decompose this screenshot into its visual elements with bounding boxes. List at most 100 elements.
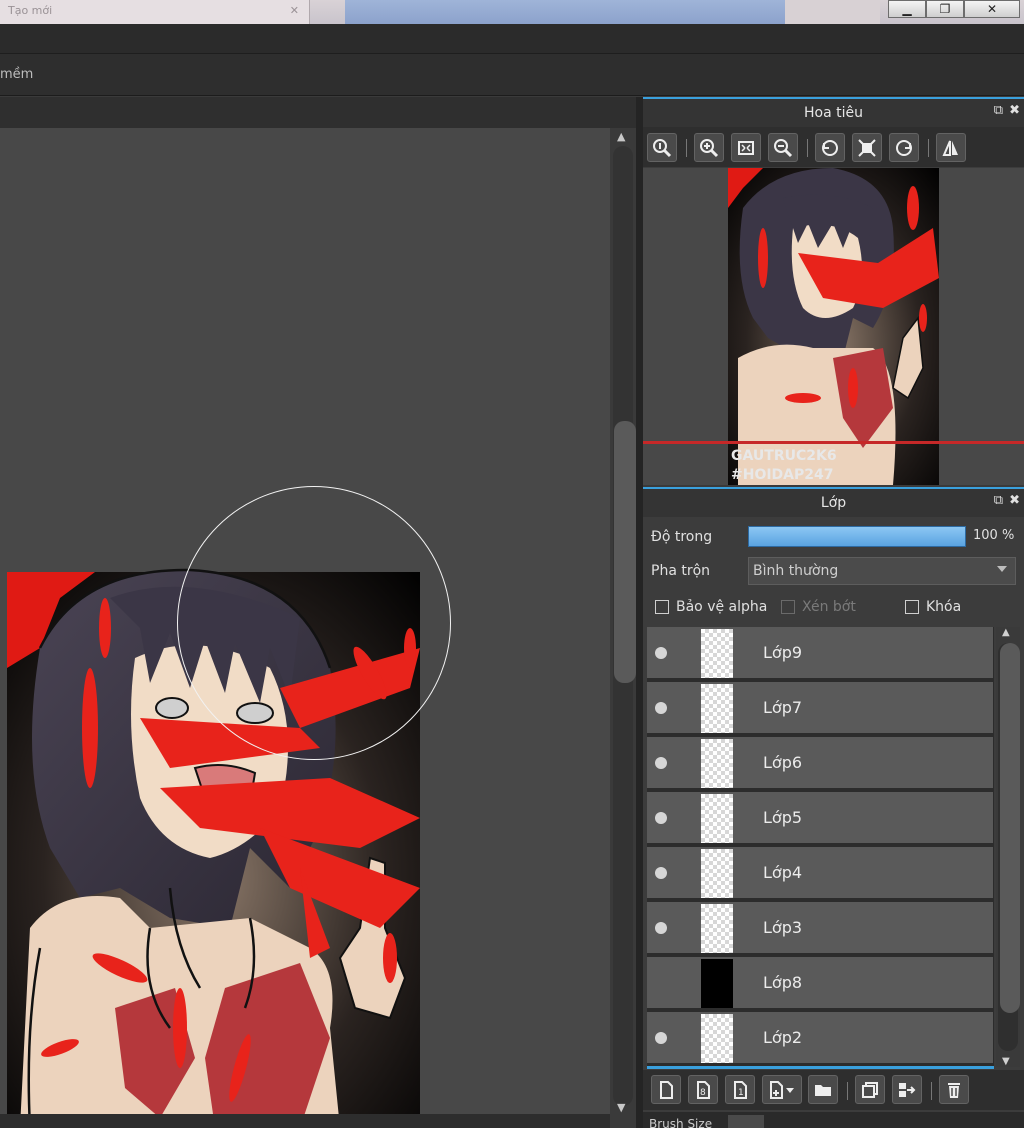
- toolbar-separator: [928, 139, 929, 157]
- layer-row[interactable]: Lớp7: [647, 682, 993, 735]
- opacity-slider[interactable]: [748, 526, 966, 547]
- panel-splitter[interactable]: [636, 97, 643, 1128]
- opacity-value: 100 %: [973, 528, 1015, 543]
- blend-mode-value: Bình thường: [753, 563, 839, 579]
- brush-size-label: Brush Size: [649, 1117, 713, 1128]
- layer-row[interactable]: Lớp2: [647, 1012, 993, 1065]
- protect-alpha-label: Bảo vệ alpha: [676, 599, 768, 615]
- svg-text:1: 1: [738, 1088, 744, 1098]
- protect-alpha-checkbox[interactable]: Bảo vệ alpha: [655, 599, 767, 615]
- restore-icon: ❐: [939, 2, 951, 16]
- chevron-down-icon: [997, 566, 1007, 572]
- new-8bit-layer-button[interactable]: 8: [688, 1075, 718, 1104]
- add-layer-menu-button[interactable]: [762, 1075, 802, 1104]
- layer-row[interactable]: Lớp8: [647, 957, 993, 1010]
- canvas-header: [0, 97, 640, 128]
- rotate-left-button[interactable]: [815, 133, 845, 162]
- layer-row[interactable]: Lớp9: [647, 627, 993, 680]
- popout-icon[interactable]: ⧉: [994, 493, 1003, 508]
- scroll-thumb[interactable]: [1000, 643, 1020, 1013]
- menu-bar: [0, 24, 1024, 54]
- drawing-canvas[interactable]: [0, 128, 610, 1128]
- rotate-left-icon: [822, 139, 838, 156]
- flip-horizontal-button[interactable]: [936, 133, 966, 162]
- layer-name: Lớp2: [763, 1028, 803, 1047]
- layer-thumbnail: [701, 959, 733, 1008]
- scroll-up-icon[interactable]: ▲: [1002, 627, 1010, 638]
- scroll-thumb[interactable]: [614, 421, 636, 683]
- rotate-reset-button[interactable]: [852, 133, 882, 162]
- taskbar-strip: [345, 0, 785, 24]
- close-panel-icon[interactable]: ✖: [1009, 493, 1020, 508]
- layer-name: Lớp7: [763, 698, 803, 717]
- zoom-in-button[interactable]: [694, 133, 724, 162]
- merge-layer-icon: [899, 1082, 916, 1097]
- rotate-right-button[interactable]: [889, 133, 919, 162]
- navigator-panel: Hoa tiêu ⧉ ✖ GAUTRUC2K6 #HOIDAP247: [643, 97, 1024, 485]
- scroll-down-icon[interactable]: ▼: [617, 1101, 625, 1114]
- zoom-out-button[interactable]: [768, 133, 798, 162]
- visibility-toggle[interactable]: [655, 757, 667, 769]
- minimize-icon: ▁: [902, 2, 912, 16]
- window-tab-title: Tạo mới: [8, 4, 53, 17]
- delete-layer-button[interactable]: [939, 1075, 969, 1104]
- navigator-preview[interactable]: GAUTRUC2K6 #HOIDAP247: [643, 168, 1024, 485]
- layer-name: Lớp9: [763, 643, 803, 662]
- fit-window-button[interactable]: [731, 133, 761, 162]
- zoom-out-icon: [774, 138, 793, 157]
- brush-size-field[interactable]: [728, 1115, 764, 1128]
- layer-row[interactable]: Lớp3: [647, 902, 993, 955]
- add-layer-menu-icon: [770, 1080, 794, 1099]
- duplicate-layer-button[interactable]: [855, 1075, 885, 1104]
- visibility-toggle[interactable]: [655, 867, 667, 879]
- new-layer-button[interactable]: [651, 1075, 681, 1104]
- brush-size-bar: Brush Size: [643, 1112, 1024, 1128]
- new-1bit-layer-icon: 1: [734, 1080, 747, 1099]
- close-icon: ✕: [986, 2, 998, 16]
- brush-toolbar: mềm: [0, 54, 1024, 96]
- popout-icon[interactable]: ⧉: [994, 103, 1003, 118]
- close-panel-icon[interactable]: ✖: [1009, 103, 1020, 118]
- layer-row[interactable]: Lớp4: [647, 847, 993, 900]
- visibility-toggle[interactable]: [655, 647, 667, 659]
- tab-close-icon[interactable]: ✕: [290, 4, 299, 17]
- visibility-toggle[interactable]: [655, 922, 667, 934]
- scroll-down-icon[interactable]: ▼: [1002, 1056, 1010, 1067]
- fit-window-icon: [738, 140, 754, 155]
- navigator-panel-icons: ⧉ ✖: [994, 103, 1020, 118]
- brush-cursor-circle: [177, 486, 451, 760]
- layer-row[interactable]: Lớp5: [647, 792, 993, 845]
- clipping-checkbox[interactable]: Xén bớt: [781, 599, 856, 615]
- navigator-thumbnail: GAUTRUC2K6 #HOIDAP247: [728, 168, 939, 485]
- restore-button[interactable]: ❐: [926, 0, 964, 18]
- blend-mode-select[interactable]: Bình thường: [748, 557, 1016, 585]
- canvas-horizontal-scrollbar[interactable]: [0, 1114, 610, 1128]
- rotate-right-icon: [896, 139, 912, 156]
- new-folder-button[interactable]: [808, 1075, 838, 1104]
- checkbox-box: [905, 600, 919, 614]
- layer-list-scrollbar[interactable]: ▲ ▼: [996, 627, 1020, 1067]
- merge-layer-button[interactable]: [892, 1075, 922, 1104]
- layer-thumbnail: [701, 904, 733, 953]
- delete-layer-icon: [948, 1082, 960, 1098]
- layer-row[interactable]: Lớp6: [647, 737, 993, 790]
- blend-label: Pha trộn: [651, 563, 711, 579]
- visibility-toggle[interactable]: [655, 1032, 667, 1044]
- layer-toolbar: 8 1: [643, 1070, 1024, 1110]
- zoom-actual-button[interactable]: [647, 133, 677, 162]
- toolbar-separator: [686, 139, 687, 157]
- canvas-vertical-scrollbar[interactable]: ▲ ▼: [610, 128, 636, 1128]
- visibility-toggle[interactable]: [655, 812, 667, 824]
- scroll-track[interactable]: [613, 146, 636, 1106]
- duplicate-layer-icon: [862, 1081, 878, 1098]
- close-button[interactable]: ✕: [964, 0, 1020, 18]
- minimize-button[interactable]: ▁: [888, 0, 926, 18]
- new-1bit-layer-button[interactable]: 1: [725, 1075, 755, 1104]
- visibility-toggle[interactable]: [655, 702, 667, 714]
- scroll-up-icon[interactable]: ▲: [617, 130, 625, 143]
- layer-thumbnail: [701, 629, 733, 678]
- lock-checkbox[interactable]: Khóa: [905, 599, 961, 615]
- navigator-toolbar: [643, 127, 1024, 167]
- window-tab[interactable]: Tạo mới ✕: [0, 0, 310, 24]
- scroll-track[interactable]: [998, 643, 1020, 1051]
